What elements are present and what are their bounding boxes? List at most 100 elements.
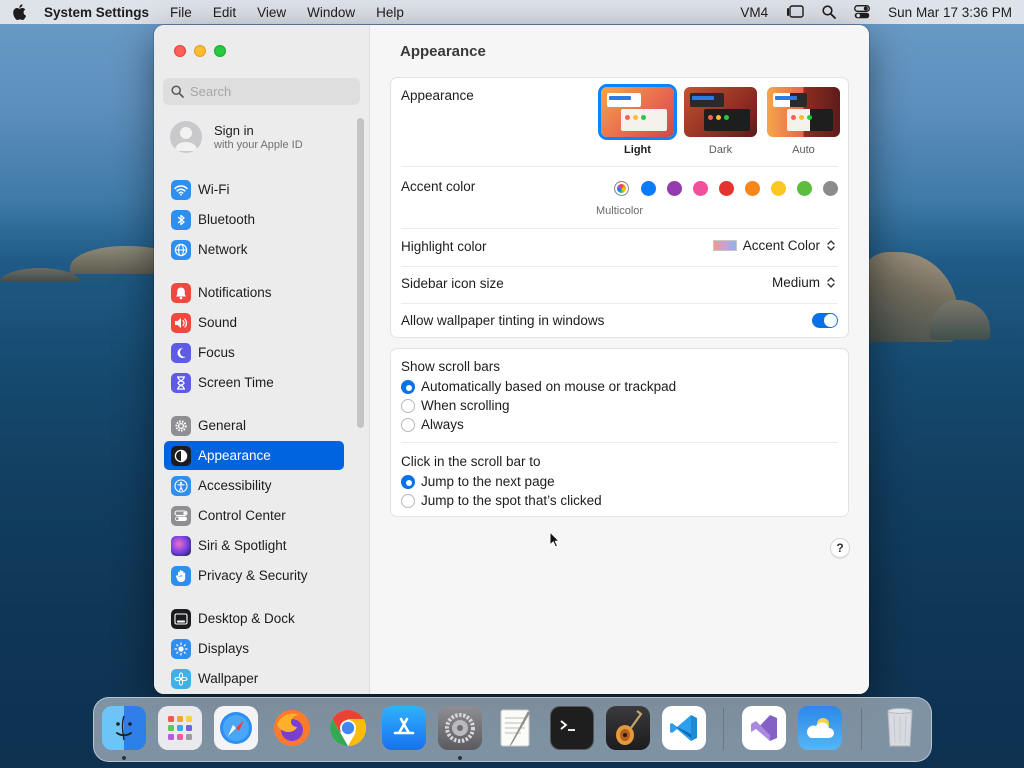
settings-content: Appearance Appearance Light Dark Auto Ac… xyxy=(370,25,869,694)
dock-separator xyxy=(723,708,724,750)
spotlight-search-icon[interactable] xyxy=(822,5,837,19)
sidebar-item-appearance[interactable]: Appearance xyxy=(164,441,344,470)
hourglass-icon xyxy=(171,372,191,393)
sidebar-item-label: Sound xyxy=(198,315,238,330)
help-button[interactable]: ? xyxy=(830,538,850,558)
apple-menu-icon[interactable] xyxy=(12,4,28,20)
highlight-preview-swatch xyxy=(712,240,737,251)
close-button[interactable] xyxy=(174,45,186,57)
menu-bar: System Settings File Edit View Window He… xyxy=(0,0,1024,24)
accent-pink-swatch[interactable] xyxy=(693,181,708,196)
bluetooth-icon xyxy=(171,209,191,230)
system-settings-dock-icon[interactable] xyxy=(438,706,482,750)
wallpaper-tinting-toggle[interactable] xyxy=(812,313,838,328)
sidebar-icon-size-popup[interactable]: Medium xyxy=(772,275,836,290)
app-store-icon[interactable] xyxy=(382,706,426,750)
sidebar-scrollbar[interactable] xyxy=(357,118,364,428)
scroll-always-radio[interactable]: Always xyxy=(401,417,464,432)
garageband-icon[interactable] xyxy=(606,706,650,750)
sidebar-item-wifi[interactable]: Wi-Fi xyxy=(164,175,344,204)
sidebar-item-siri-spotlight[interactable]: Siri & Spotlight xyxy=(164,531,344,560)
zoom-button[interactable] xyxy=(214,45,226,57)
sidebar-item-sound[interactable]: Sound xyxy=(164,308,344,337)
running-indicator xyxy=(122,756,126,760)
wallpaper-tinting-label: Allow wallpaper tinting in windows xyxy=(401,313,605,328)
jump-to-spot-radio[interactable]: Jump to the spot that’s clicked xyxy=(401,493,602,508)
radio-label: Automatically based on mouse or trackpad xyxy=(421,379,677,394)
running-indicator xyxy=(458,756,462,760)
weather-icon[interactable] xyxy=(798,706,842,750)
search-field[interactable]: Search xyxy=(163,78,360,105)
accent-multicolor-swatch[interactable] xyxy=(614,181,629,196)
menu-clock[interactable]: Sun Mar 17 3:36 PM xyxy=(888,5,1012,20)
finder-icon[interactable] xyxy=(102,706,146,750)
sidebar-item-wallpaper[interactable]: Wallpaper xyxy=(164,664,344,693)
menu-window[interactable]: Window xyxy=(307,5,355,20)
wallpaper-island xyxy=(930,300,990,340)
theme-auto-option[interactable]: Auto xyxy=(767,87,840,156)
minimize-button[interactable] xyxy=(194,45,206,57)
sidebar-item-displays[interactable]: Displays xyxy=(164,634,344,663)
theme-dark-label: Dark xyxy=(708,144,733,156)
scroll-auto-radio[interactable]: Automatically based on mouse or trackpad xyxy=(401,379,676,394)
sidebar-item-privacy-security[interactable]: Privacy & Security xyxy=(164,561,344,590)
vscode-icon[interactable] xyxy=(662,706,706,750)
visual-studio-icon[interactable] xyxy=(742,706,786,750)
chrome-icon[interactable] xyxy=(326,706,370,750)
vm-status[interactable]: VM4 xyxy=(740,5,768,20)
sidebar-icon-size-value: Medium xyxy=(771,275,820,290)
theme-light-option[interactable]: Light xyxy=(598,84,677,156)
scroll-when-scrolling-radio[interactable]: When scrolling xyxy=(401,398,510,413)
highlight-color-popup[interactable]: Accent Color xyxy=(712,238,836,253)
sidebar-item-bluetooth[interactable]: Bluetooth xyxy=(164,205,344,234)
launchpad-icon[interactable] xyxy=(158,706,202,750)
sidebar-item-network[interactable]: Network xyxy=(164,235,344,264)
terminal-icon[interactable] xyxy=(550,706,594,750)
highlight-color-value: Accent Color xyxy=(742,238,820,253)
menu-edit[interactable]: Edit xyxy=(213,5,236,20)
trash-icon[interactable] xyxy=(878,706,922,750)
theme-dark-option[interactable]: Dark xyxy=(684,87,757,156)
sidebar-item-focus[interactable]: Focus xyxy=(164,338,344,367)
theme-light-thumbnail xyxy=(598,84,677,140)
textedit-icon[interactable] xyxy=(494,706,538,750)
sidebar-item-notifications[interactable]: Notifications xyxy=(164,278,344,307)
sidebar: Search Sign in with your Apple ID Wi-Fi … xyxy=(154,25,370,694)
moon-icon xyxy=(171,342,191,363)
menu-view[interactable]: View xyxy=(257,5,286,20)
menu-app-name[interactable]: System Settings xyxy=(44,5,149,20)
radio-button xyxy=(401,398,415,413)
divider xyxy=(401,228,838,229)
accent-orange-swatch[interactable] xyxy=(745,181,760,196)
stage-manager-icon[interactable] xyxy=(786,5,804,19)
accent-red-swatch[interactable] xyxy=(719,181,734,196)
radio-button xyxy=(401,417,415,432)
sidebar-item-general[interactable]: General xyxy=(164,411,344,440)
jump-next-page-radio[interactable]: Jump to the next page xyxy=(401,474,555,489)
sidebar-item-label: Siri & Spotlight xyxy=(198,538,287,553)
sidebar-item-accessibility[interactable]: Accessibility xyxy=(164,471,344,500)
accent-blue-swatch[interactable] xyxy=(641,181,656,196)
menu-file[interactable]: File xyxy=(170,5,192,20)
sidebar-item-control-center[interactable]: Control Center xyxy=(164,501,344,530)
safari-icon[interactable] xyxy=(214,706,258,750)
radio-label: When scrolling xyxy=(421,398,510,413)
apple-id-signin[interactable]: Sign in with your Apple ID xyxy=(170,121,303,153)
scrollbars-card: Show scroll bars Automatically based on … xyxy=(390,348,849,517)
sidebar-item-desktop-dock[interactable]: Desktop & Dock xyxy=(164,604,344,633)
accent-graphite-swatch[interactable] xyxy=(823,181,838,196)
accent-yellow-swatch[interactable] xyxy=(771,181,786,196)
radio-label: Jump to the spot that’s clicked xyxy=(421,493,602,508)
menu-help[interactable]: Help xyxy=(376,5,404,20)
click-scroll-bar-label: Click in the scroll bar to xyxy=(401,454,541,469)
radio-label: Always xyxy=(421,417,464,432)
firefox-icon[interactable] xyxy=(270,706,314,750)
sidebar-item-label: Control Center xyxy=(198,508,286,523)
chevron-updown-icon xyxy=(826,239,836,253)
wifi-icon xyxy=(171,179,191,200)
accent-green-swatch[interactable] xyxy=(797,181,812,196)
accent-purple-swatch[interactable] xyxy=(667,181,682,196)
sidebar-item-screen-time[interactable]: Screen Time xyxy=(164,368,344,397)
control-center-menu-icon[interactable] xyxy=(854,5,871,19)
hand-icon xyxy=(171,565,191,586)
